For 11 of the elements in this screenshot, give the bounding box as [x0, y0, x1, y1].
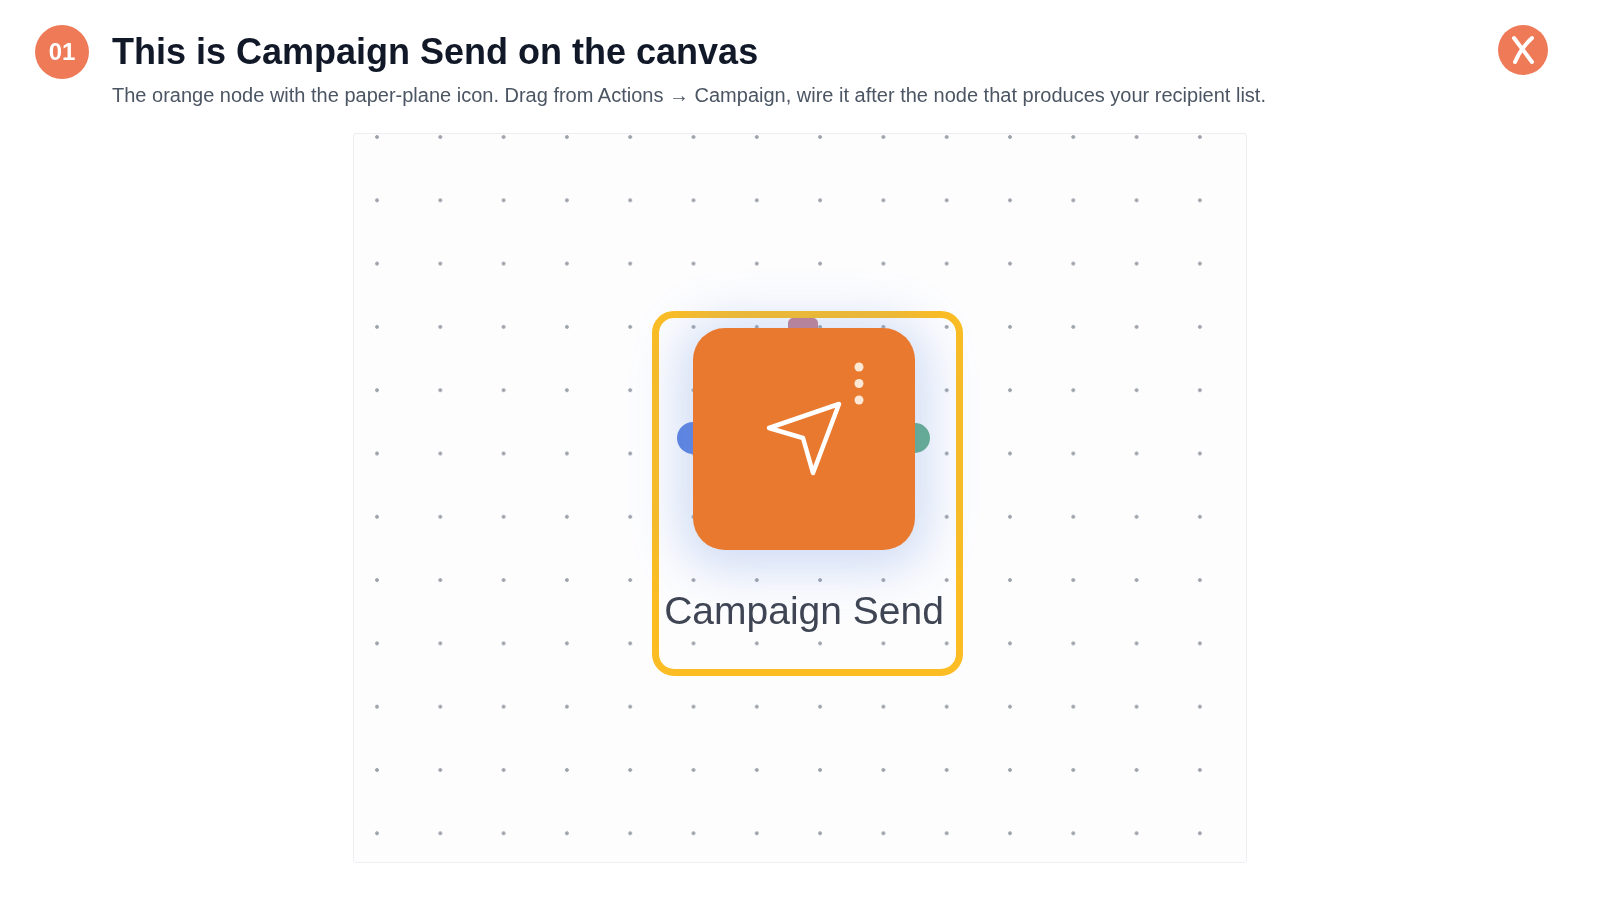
- node-label: Campaign Send: [664, 588, 944, 634]
- step-number-badge: 01: [35, 25, 89, 79]
- step-description: The orange node with the paper-plane icon. Drag from Actions → Campaign, wire it after the node that produces your recipient list.: [112, 83, 1266, 108]
- port-handle[interactable]: [788, 318, 818, 328]
- port-handle[interactable]: [677, 422, 693, 454]
- paper-plane-icon: [766, 401, 842, 477]
- logo-icon: [1498, 25, 1548, 75]
- step-title: This is Campaign Send on the canvas: [112, 30, 760, 74]
- port-handle[interactable]: [915, 423, 930, 453]
- more-icon[interactable]: [854, 362, 864, 405]
- workflow-node[interactable]: [693, 328, 915, 550]
